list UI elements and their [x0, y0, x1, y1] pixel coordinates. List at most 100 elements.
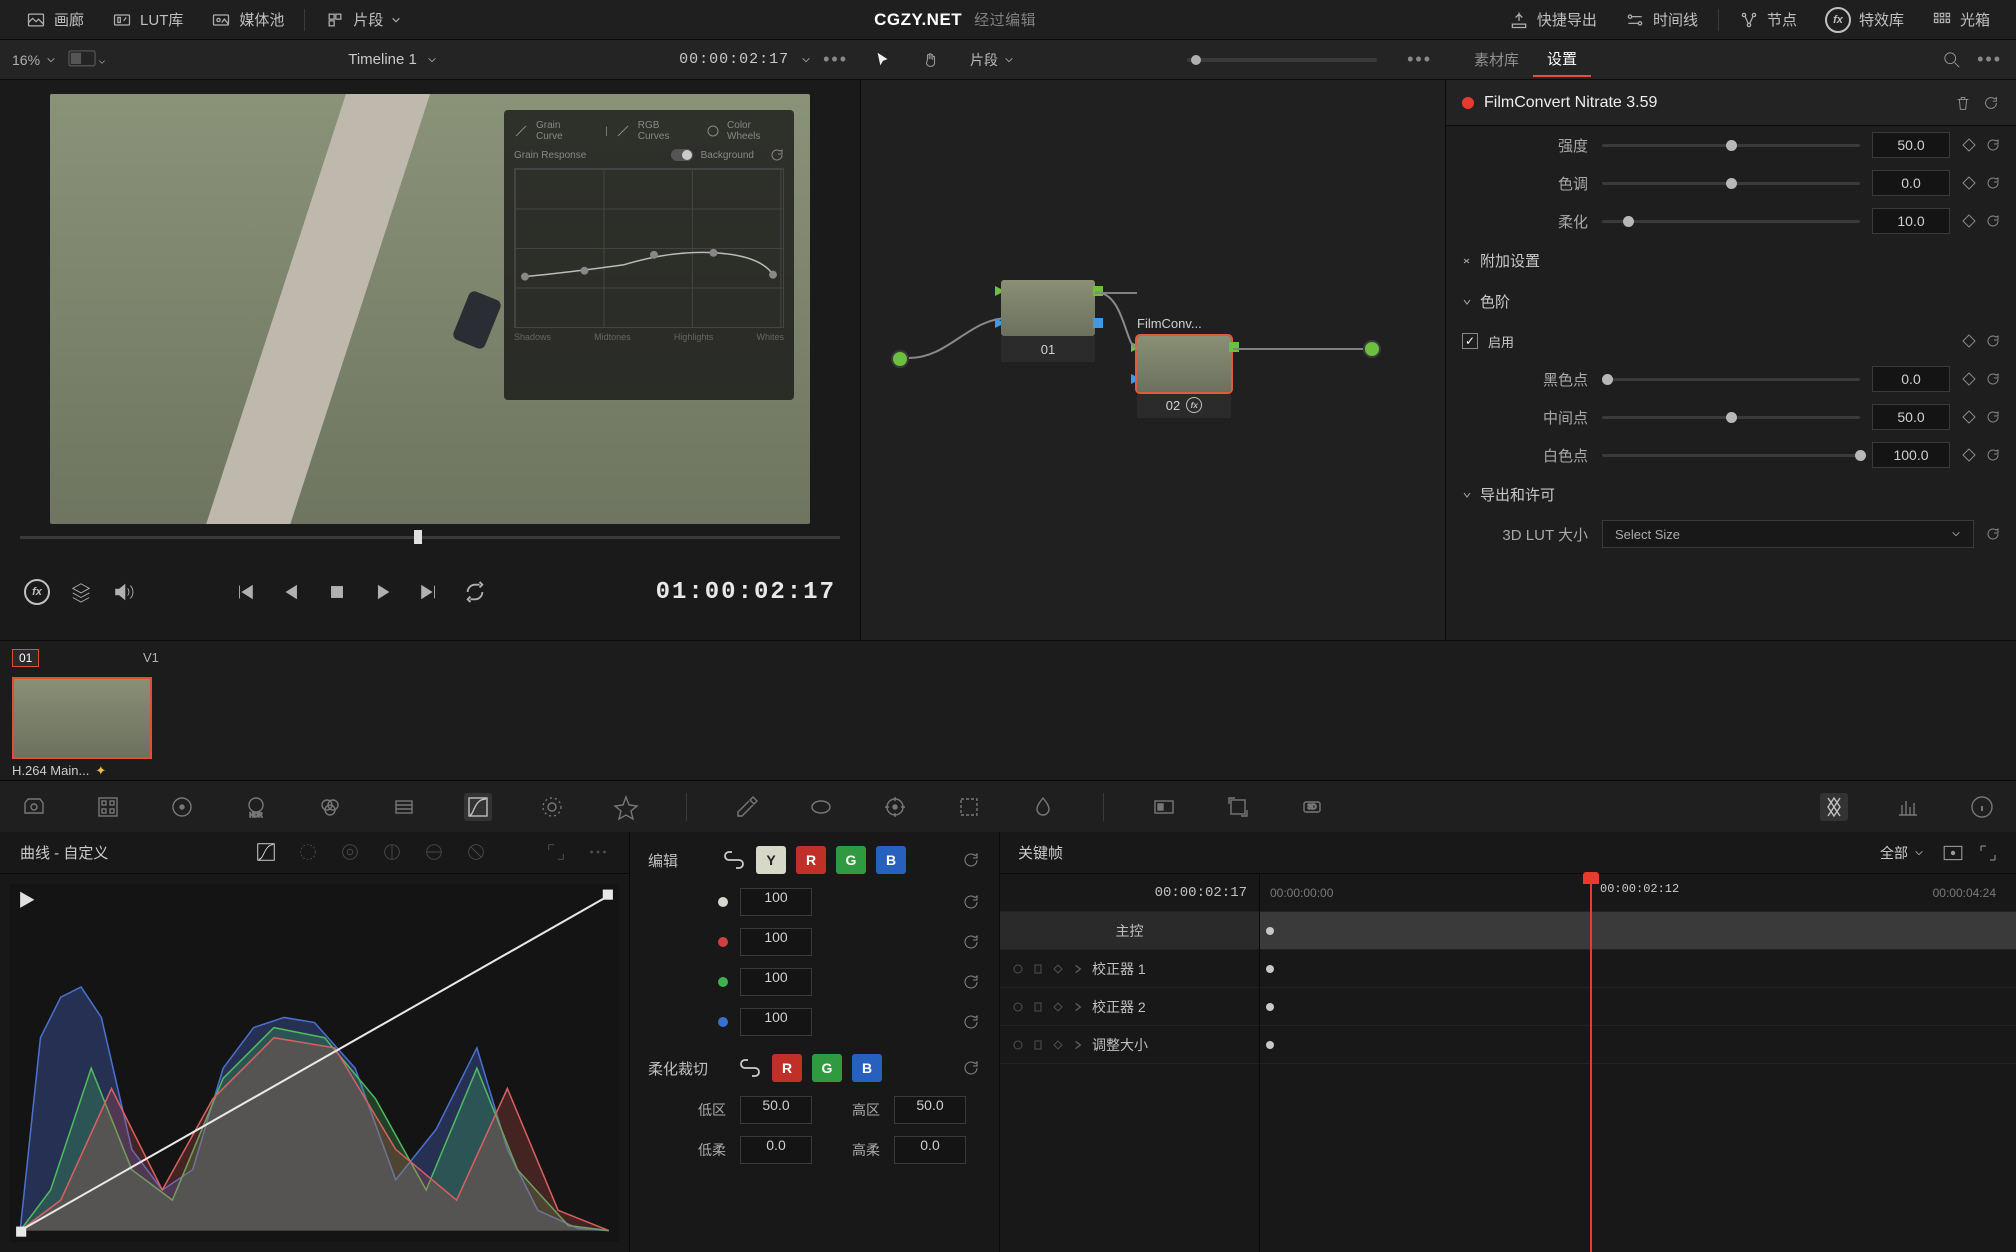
- keyframe-panel-icon[interactable]: [1820, 793, 1848, 821]
- tint-value[interactable]: 0.0: [1872, 170, 1950, 196]
- custom-curve-mode[interactable]: [255, 841, 277, 863]
- soft-r-button[interactable]: R: [772, 1054, 802, 1082]
- reset-icon[interactable]: [1986, 448, 2000, 462]
- 3d-icon[interactable]: 3D: [1298, 793, 1326, 821]
- keyframe-icon[interactable]: [1962, 214, 1976, 228]
- clip-thumbnail[interactable]: [12, 677, 152, 759]
- keyframe-view-icon[interactable]: [1942, 842, 1964, 864]
- scopes-icon[interactable]: [1894, 793, 1922, 821]
- tracking-icon[interactable]: [881, 793, 909, 821]
- reset-icon[interactable]: [1986, 527, 2000, 541]
- pointer-tool[interactable]: [874, 51, 892, 69]
- bypass-fx-button[interactable]: fx: [24, 579, 50, 605]
- intensity-slider[interactable]: [1602, 144, 1860, 147]
- reset-icon[interactable]: [1986, 176, 2000, 190]
- play-button[interactable]: [372, 581, 394, 603]
- timeline-button[interactable]: 时间线: [1611, 0, 1712, 39]
- keyframe-icon[interactable]: [1962, 334, 1976, 348]
- node-graph[interactable]: 01 FilmConv... 02fx: [860, 80, 1446, 640]
- high-input[interactable]: 50.0: [894, 1096, 966, 1124]
- section-levels[interactable]: 色阶: [1446, 281, 2016, 322]
- clips-dropdown[interactable]: 片段: [311, 0, 415, 39]
- keyframe-filter-dropdown[interactable]: 全部: [1880, 843, 1924, 863]
- fx-library-button[interactable]: fx特效库: [1811, 0, 1918, 39]
- mid-value[interactable]: 50.0: [1872, 404, 1950, 430]
- keyframe-icon[interactable]: [1962, 176, 1976, 190]
- lum-vs-sat-mode[interactable]: [423, 841, 445, 863]
- stop-button[interactable]: [326, 581, 348, 603]
- effect-enabled-dot[interactable]: [1462, 97, 1474, 109]
- reset-all-icon[interactable]: [1982, 94, 2000, 112]
- keyframe-icon[interactable]: [1962, 448, 1976, 462]
- link-soft-icon[interactable]: [738, 1056, 762, 1080]
- viewer-frame[interactable]: Grain Curve|RGB CurvesColor Wheels Grain…: [50, 94, 810, 524]
- expand-icon[interactable]: [1978, 843, 1998, 863]
- timeline-name-dropdown[interactable]: Timeline 1: [118, 51, 667, 68]
- soft-g-button[interactable]: G: [812, 1054, 842, 1082]
- tab-media-library[interactable]: 素材库: [1460, 43, 1533, 76]
- white-slider[interactable]: [1602, 454, 1860, 457]
- keyframe-icon[interactable]: [1962, 410, 1976, 424]
- reset-icon[interactable]: [961, 892, 981, 912]
- kf-master-row[interactable]: 主控: [1000, 912, 1259, 950]
- reset-icon[interactable]: [1986, 214, 2000, 228]
- motion-effects-icon[interactable]: [390, 793, 418, 821]
- g-value-input[interactable]: 100: [740, 968, 812, 996]
- zoom-dropdown[interactable]: 16%: [12, 52, 56, 68]
- qualifier-icon[interactable]: [612, 793, 640, 821]
- background-toggle[interactable]: [671, 149, 693, 161]
- soften-slider[interactable]: [1602, 220, 1860, 223]
- keyframe-timeline[interactable]: 00:00:00:0000:00:04:24 00:00:02:12: [1260, 874, 2016, 1252]
- tint-slider[interactable]: [1602, 182, 1860, 185]
- mute-icon[interactable]: [112, 581, 134, 603]
- high-soft-input[interactable]: 0.0: [894, 1136, 966, 1164]
- enable-checkbox[interactable]: ✓: [1462, 333, 1478, 349]
- quick-export-button[interactable]: 快捷导出: [1495, 0, 1611, 39]
- last-frame-button[interactable]: [418, 581, 440, 603]
- keyframe-icon[interactable]: [1962, 138, 1976, 152]
- view-mode-toggle[interactable]: [68, 50, 106, 70]
- eyedropper-icon[interactable]: [733, 793, 761, 821]
- nodes-button[interactable]: 节点: [1725, 0, 1811, 39]
- tab-settings[interactable]: 设置: [1533, 42, 1591, 77]
- color-match-icon[interactable]: [94, 793, 122, 821]
- channel-y-button[interactable]: Y: [756, 846, 786, 874]
- media-pool-button[interactable]: 媒体池: [197, 0, 298, 39]
- master-timecode[interactable]: 01:00:02:17: [656, 579, 836, 606]
- search-icon[interactable]: [1943, 51, 1961, 69]
- viewer-scrubber[interactable]: [0, 524, 860, 564]
- node-01[interactable]: 01: [1001, 280, 1095, 362]
- blur-icon[interactable]: [1029, 793, 1057, 821]
- low-soft-input[interactable]: 0.0: [740, 1136, 812, 1164]
- mid-slider[interactable]: [1602, 416, 1860, 419]
- section-extra[interactable]: 附加设置: [1446, 240, 2016, 281]
- hand-tool[interactable]: [922, 51, 940, 69]
- tc-dropdown-icon[interactable]: [801, 55, 811, 65]
- viewer-timecode[interactable]: 00:00:02:17: [679, 51, 789, 68]
- gallery-button[interactable]: 画廊: [12, 0, 98, 39]
- camera-raw-icon[interactable]: [20, 793, 48, 821]
- section-export[interactable]: 导出和许可: [1446, 474, 2016, 515]
- intensity-value[interactable]: 50.0: [1872, 132, 1950, 158]
- reset-icon[interactable]: [961, 1012, 981, 1032]
- reset-icon[interactable]: [1986, 334, 2000, 348]
- trash-icon[interactable]: [1954, 94, 1972, 112]
- white-value[interactable]: 100.0: [1872, 442, 1950, 468]
- layers-icon[interactable]: [70, 581, 92, 603]
- expand-icon[interactable]: [545, 841, 567, 863]
- b-value-input[interactable]: 100: [740, 1008, 812, 1036]
- window-icon[interactable]: [807, 793, 835, 821]
- soften-value[interactable]: 10.0: [1872, 208, 1950, 234]
- reset-icon[interactable]: [961, 932, 981, 952]
- curves-options[interactable]: [587, 841, 609, 863]
- black-slider[interactable]: [1602, 378, 1860, 381]
- reset-icon[interactable]: [961, 972, 981, 992]
- input-node[interactable]: [891, 350, 909, 368]
- hdr-wheels-icon[interactable]: HDR: [242, 793, 270, 821]
- channel-r-button[interactable]: R: [796, 846, 826, 874]
- hud-reset-icon[interactable]: [770, 148, 784, 162]
- sat-vs-sat-mode[interactable]: [465, 841, 487, 863]
- keyframe-icon[interactable]: [1962, 372, 1976, 386]
- key-icon[interactable]: [1150, 793, 1178, 821]
- curves-icon[interactable]: [464, 793, 492, 821]
